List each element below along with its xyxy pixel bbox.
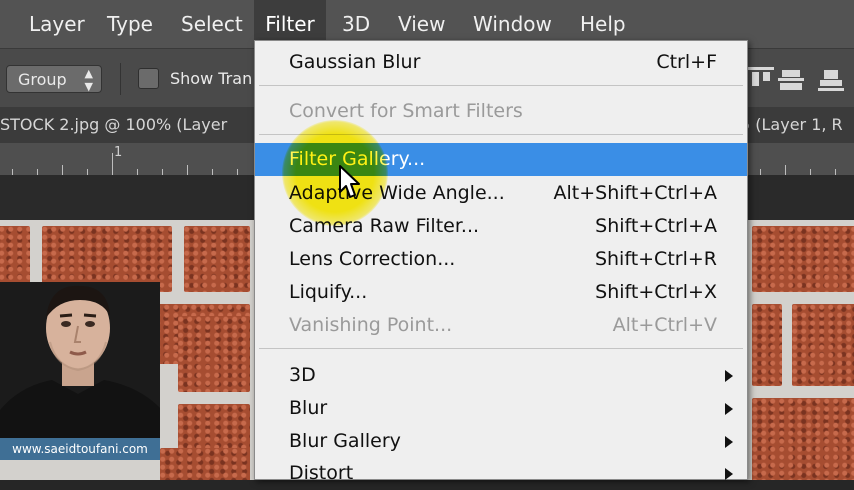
menu-layer[interactable]: Layer xyxy=(18,0,96,48)
cursor-spotlight xyxy=(282,120,388,226)
menu-item-blur[interactable]: Blur xyxy=(255,392,747,425)
submenu-arrow-icon xyxy=(725,370,733,382)
show-transform-checkbox[interactable] xyxy=(138,68,159,89)
document-tab[interactable]: STOCK 2.jpg @ 100% (Layer xyxy=(0,107,227,143)
submenu-arrow-icon xyxy=(725,436,733,448)
presenter-portrait xyxy=(0,282,160,438)
chevron-updown-icon: ▲ ▼ xyxy=(84,67,93,93)
webcam-overlay xyxy=(0,282,160,438)
menu-select[interactable]: Select xyxy=(170,0,254,48)
toolbar-divider xyxy=(120,63,121,95)
menu-separator xyxy=(259,85,743,86)
filter-menu-dropdown: Gaussian Blur Ctrl+F Convert for Smart F… xyxy=(254,40,748,484)
submenu-arrow-icon xyxy=(725,403,733,415)
align-top-icon[interactable] xyxy=(748,67,774,91)
menu-item-liquify[interactable]: Liquify... Shift+Ctrl+X xyxy=(255,276,747,309)
auto-select-dropdown[interactable]: Group ▲ ▼ xyxy=(6,65,102,93)
show-transform-label: Show Tran xyxy=(170,69,253,88)
website-watermark: www.saeidtoufani.com xyxy=(0,438,160,460)
submenu-arrow-icon xyxy=(725,468,733,480)
menu-item-gaussian-blur[interactable]: Gaussian Blur Ctrl+F xyxy=(255,46,747,79)
ruler-number: 1 xyxy=(114,145,123,160)
align-vertical-center-icon[interactable] xyxy=(778,67,804,91)
menu-separator xyxy=(259,348,743,349)
menu-item-3d[interactable]: 3D xyxy=(255,359,747,392)
menu-item-distort[interactable]: Distort xyxy=(255,457,747,490)
mouse-cursor-icon xyxy=(339,165,360,198)
document-tab-second[interactable]: 5 (Layer 1, R xyxy=(740,107,843,143)
menu-item-lens-correction[interactable]: Lens Correction... Shift+Ctrl+R xyxy=(255,243,747,276)
menu-item-vanishing-point: Vanishing Point... Alt+Ctrl+V xyxy=(289,314,717,336)
align-bottom-icon[interactable] xyxy=(818,67,844,91)
menu-item-blur-gallery[interactable]: Blur Gallery xyxy=(255,425,747,458)
auto-select-value: Group xyxy=(18,70,67,89)
menu-type[interactable]: Type xyxy=(96,0,164,48)
